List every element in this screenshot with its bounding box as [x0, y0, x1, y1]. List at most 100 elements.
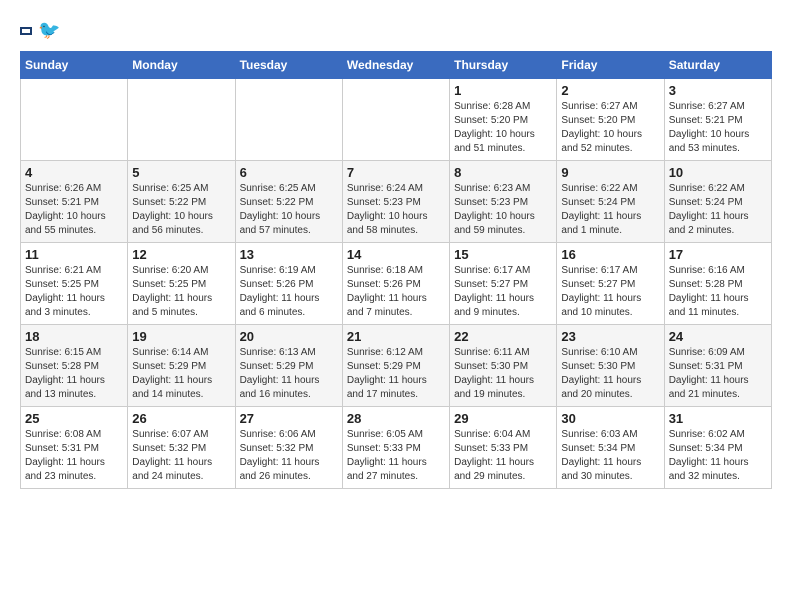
header-cell-wednesday: Wednesday [342, 52, 449, 79]
day-cell: 3 Sunrise: 6:27 AM Sunset: 5:21 PM Daylig… [664, 79, 771, 161]
day-info: Sunrise: 6:11 AM Sunset: 5:30 PM Dayligh… [454, 346, 552, 402]
calendar-header: SundayMondayTuesdayWednesdayThursdayFrid… [21, 52, 772, 79]
day-number: 29 [454, 411, 552, 426]
header: 🐦 [20, 20, 772, 41]
day-number: 22 [454, 329, 552, 344]
day-cell: 15Sunrise: 6:17 AM Sunset: 5:27 PM Dayli… [450, 243, 557, 325]
day-cell: 31 Sunrise: 6:02 AM Sunset: 5:34 PM Dayli… [664, 407, 771, 489]
day-number: 14 [347, 247, 445, 262]
day-cell: 11 Sunrise: 6:21 AM Sunset: 5:25 PM Dayli… [21, 243, 128, 325]
day-info: Sunrise: 6:23 AM Sunset: 5:23 PM Dayligh… [454, 182, 552, 238]
day-cell [235, 79, 342, 161]
day-cell: 29 Sunrise: 6:04 AM Sunset: 5:33 PM Dayli… [450, 407, 557, 489]
day-number: 18 [25, 329, 123, 344]
day-info: Sunrise: 6:09 AM Sunset: 5:31 PM Dayligh… [669, 346, 767, 402]
day-cell: 23 Sunrise: 6:10 AM Sunset: 5:30 PM Dayli… [557, 325, 664, 407]
day-cell: 17 Sunrise: 6:16 AM Sunset: 5:28 PM Dayli… [664, 243, 771, 325]
day-info: Sunrise: 6:24 AM Sunset: 5:23 PM Dayligh… [347, 182, 445, 238]
logo: 🐦 [20, 20, 60, 41]
day-cell: 12 Sunrise: 6:20 AM Sunset: 5:25 PM Dayli… [128, 243, 235, 325]
week-row-3: 11 Sunrise: 6:21 AM Sunset: 5:25 PM Dayli… [21, 243, 772, 325]
day-info: Sunrise: 6:17 AM Sunset: 5:27 PM Dayligh… [561, 264, 659, 320]
day-cell: 20 Sunrise: 6:13 AM Sunset: 5:29 PM Dayli… [235, 325, 342, 407]
week-row-4: 18 Sunrise: 6:15 AM Sunset: 5:28 PM Dayli… [21, 325, 772, 407]
day-number: 4 [25, 165, 123, 180]
day-cell: 8 Sunrise: 6:23 AM Sunset: 5:23 PM Daylig… [450, 161, 557, 243]
day-cell: 25 Sunrise: 6:08 AM Sunset: 5:31 PM Dayli… [21, 407, 128, 489]
day-cell: 14 Sunrise: 6:18 AM Sunset: 5:26 PM Dayli… [342, 243, 449, 325]
day-info: Sunrise: 6:06 AM Sunset: 5:32 PM Dayligh… [240, 428, 338, 484]
day-info: Sunrise: 6:10 AM Sunset: 5:30 PM Dayligh… [561, 346, 659, 402]
bird-icon: 🐦 [38, 20, 60, 41]
week-row-5: 25 Sunrise: 6:08 AM Sunset: 5:31 PM Dayli… [21, 407, 772, 489]
day-cell: 24Sunrise: 6:09 AM Sunset: 5:31 PM Dayli… [664, 325, 771, 407]
day-info: Sunrise: 6:17 AM Sunset: 5:27 PM Dayligh… [454, 264, 552, 320]
header-cell-tuesday: Tuesday [235, 52, 342, 79]
week-row-2: 4 Sunrise: 6:26 AM Sunset: 5:21 PM Daylig… [21, 161, 772, 243]
day-info: Sunrise: 6:22 AM Sunset: 5:24 PM Dayligh… [669, 182, 767, 238]
day-cell: 1 Sunrise: 6:28 AM Sunset: 5:20 PM Daylig… [450, 79, 557, 161]
day-number: 19 [132, 329, 230, 344]
day-info: Sunrise: 6:13 AM Sunset: 5:29 PM Dayligh… [240, 346, 338, 402]
day-info: Sunrise: 6:19 AM Sunset: 5:26 PM Dayligh… [240, 264, 338, 320]
day-info: Sunrise: 6:12 AM Sunset: 5:29 PM Dayligh… [347, 346, 445, 402]
header-row: SundayMondayTuesdayWednesdayThursdayFrid… [21, 52, 772, 79]
day-info: Sunrise: 6:08 AM Sunset: 5:31 PM Dayligh… [25, 428, 123, 484]
day-cell: 21 Sunrise: 6:12 AM Sunset: 5:29 PM Dayli… [342, 325, 449, 407]
day-number: 20 [240, 329, 338, 344]
day-number: 27 [240, 411, 338, 426]
day-info: Sunrise: 6:03 AM Sunset: 5:34 PM Dayligh… [561, 428, 659, 484]
day-info: Sunrise: 6:18 AM Sunset: 5:26 PM Dayligh… [347, 264, 445, 320]
day-number: 26 [132, 411, 230, 426]
day-number: 25 [25, 411, 123, 426]
day-number: 16 [561, 247, 659, 262]
day-cell: 9 Sunrise: 6:22 AM Sunset: 5:24 PM Daylig… [557, 161, 664, 243]
day-number: 1 [454, 83, 552, 98]
day-cell: 30Sunrise: 6:03 AM Sunset: 5:34 PM Dayli… [557, 407, 664, 489]
day-cell: 18 Sunrise: 6:15 AM Sunset: 5:28 PM Dayli… [21, 325, 128, 407]
day-cell: 5Sunrise: 6:25 AM Sunset: 5:22 PM Daylig… [128, 161, 235, 243]
day-cell: 28 Sunrise: 6:05 AM Sunset: 5:33 PM Dayli… [342, 407, 449, 489]
day-number: 28 [347, 411, 445, 426]
day-cell: 22 Sunrise: 6:11 AM Sunset: 5:30 PM Dayli… [450, 325, 557, 407]
day-cell [21, 79, 128, 161]
header-cell-sunday: Sunday [21, 52, 128, 79]
day-number: 12 [132, 247, 230, 262]
day-cell [342, 79, 449, 161]
day-info: Sunrise: 6:25 AM Sunset: 5:22 PM Dayligh… [132, 182, 230, 238]
day-cell: 10 Sunrise: 6:22 AM Sunset: 5:24 PM Dayli… [664, 161, 771, 243]
day-cell: 27 Sunrise: 6:06 AM Sunset: 5:32 PM Dayli… [235, 407, 342, 489]
day-info: Sunrise: 6:26 AM Sunset: 5:21 PM Dayligh… [25, 182, 123, 238]
day-number: 9 [561, 165, 659, 180]
day-info: Sunrise: 6:21 AM Sunset: 5:25 PM Dayligh… [25, 264, 123, 320]
day-number: 17 [669, 247, 767, 262]
day-number: 10 [669, 165, 767, 180]
day-info: Sunrise: 6:20 AM Sunset: 5:25 PM Dayligh… [132, 264, 230, 320]
day-number: 23 [561, 329, 659, 344]
day-cell: 4 Sunrise: 6:26 AM Sunset: 5:21 PM Daylig… [21, 161, 128, 243]
logo-box [20, 27, 32, 35]
day-number: 21 [347, 329, 445, 344]
day-info: Sunrise: 6:05 AM Sunset: 5:33 PM Dayligh… [347, 428, 445, 484]
day-info: Sunrise: 6:02 AM Sunset: 5:34 PM Dayligh… [669, 428, 767, 484]
day-number: 8 [454, 165, 552, 180]
day-cell [128, 79, 235, 161]
day-number: 3 [669, 83, 767, 98]
calendar-table: SundayMondayTuesdayWednesdayThursdayFrid… [20, 51, 772, 489]
day-info: Sunrise: 6:22 AM Sunset: 5:24 PM Dayligh… [561, 182, 659, 238]
day-info: Sunrise: 6:28 AM Sunset: 5:20 PM Dayligh… [454, 100, 552, 156]
calendar-body: 1 Sunrise: 6:28 AM Sunset: 5:20 PM Daylig… [21, 79, 772, 489]
header-cell-monday: Monday [128, 52, 235, 79]
day-info: Sunrise: 6:15 AM Sunset: 5:28 PM Dayligh… [25, 346, 123, 402]
day-cell: 6Sunrise: 6:25 AM Sunset: 5:22 PM Daylig… [235, 161, 342, 243]
day-number: 11 [25, 247, 123, 262]
day-info: Sunrise: 6:16 AM Sunset: 5:28 PM Dayligh… [669, 264, 767, 320]
day-cell: 7Sunrise: 6:24 AM Sunset: 5:23 PM Daylig… [342, 161, 449, 243]
header-cell-thursday: Thursday [450, 52, 557, 79]
day-info: Sunrise: 6:04 AM Sunset: 5:33 PM Dayligh… [454, 428, 552, 484]
header-cell-friday: Friday [557, 52, 664, 79]
day-number: 31 [669, 411, 767, 426]
day-cell: 13Sunrise: 6:19 AM Sunset: 5:26 PM Dayli… [235, 243, 342, 325]
day-cell: 19Sunrise: 6:14 AM Sunset: 5:29 PM Dayli… [128, 325, 235, 407]
day-info: Sunrise: 6:27 AM Sunset: 5:21 PM Dayligh… [669, 100, 767, 156]
